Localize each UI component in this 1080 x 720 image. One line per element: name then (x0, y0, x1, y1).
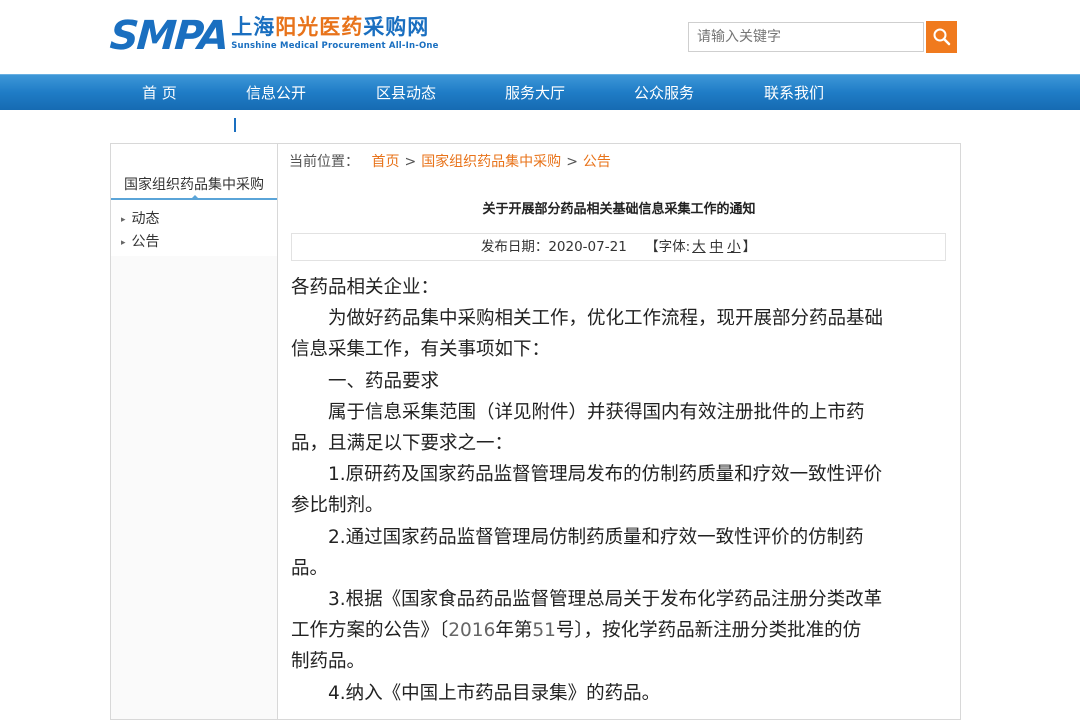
article-paragraph: 品。 (291, 557, 329, 579)
article-paragraph: 3.根据《国家食品药品监督管理总局关于发布化学药品注册分类改革 (328, 589, 883, 611)
font-size-label: 【字体: (645, 239, 691, 255)
publish-date-label: 发布日期： (480, 239, 549, 255)
main-content: 当前位置： 首页 > 国家组织药品集中采购 > 公告 关于开展部分药品相关基础信息采集工… (278, 143, 961, 720)
text-run-number: 2016 (448, 620, 496, 642)
sidebar-list: ▸ 动态 ▸ 公告 (121, 208, 160, 254)
text-run: 号〕，按化学药品新注册分类批准的仿 (555, 620, 862, 642)
site-header: SMPA 上海阳光医药采购网 Sunshine Medical Procurem… (0, 0, 1080, 74)
nav-item-district-news[interactable]: 区县动态 (376, 75, 436, 111)
sidebar-item-announcements[interactable]: ▸ 公告 (121, 231, 160, 254)
sidebar: 国家组织药品集中采购 ▸ 动态 ▸ 公告 (110, 143, 278, 720)
sidebar-item-label: 动态 (131, 211, 160, 227)
font-size-close-bracket: 】 (742, 239, 757, 255)
logo-text-group: 上海阳光医药采购网 Sunshine Medical Procurement A… (231, 14, 438, 52)
text-run: 年第 (495, 620, 533, 642)
breadcrumb: 当前位置： 首页 > 国家组织药品集中采购 > 公告 (289, 151, 611, 171)
breadcrumb-level1-link[interactable]: 国家组织药品集中采购 (421, 154, 561, 170)
caret-right-icon: ▸ (121, 215, 126, 225)
article-body: 各药品相关企业： 为做好药品集中采购相关工作，优化工作流程，现开展部分药品基础 … (291, 272, 951, 709)
search-input[interactable] (688, 22, 924, 52)
article-paragraph: 2.通过国家药品监督管理局仿制药质量和疗效一致性评价的仿制药 (328, 526, 864, 548)
font-size-large-link[interactable]: 大 (692, 239, 706, 255)
publish-date: 2020-07-21 (548, 239, 627, 255)
article-paragraph: 制药品。 (291, 651, 366, 673)
nav-item-public-service[interactable]: 公众服务 (634, 75, 694, 111)
article-meta-bar: 发布日期：2020-07-21 【字体: 大中小】 (291, 233, 946, 261)
breadcrumb-prefix: 当前位置： (289, 154, 359, 170)
article-paragraph: 一、药品要求 (328, 370, 440, 392)
search-button[interactable] (926, 21, 957, 53)
breadcrumb-separator: > (566, 154, 578, 170)
decorative-tick (234, 118, 236, 132)
article-paragraph: 信息采集工作，有关事项如下： (291, 339, 551, 361)
breadcrumb-level2-link[interactable]: 公告 (583, 154, 611, 170)
article-paragraph: 1.原研药及国家药品监督管理局发布的仿制药质量和疗效一致性评价 (328, 464, 883, 486)
nav-item-contact-us[interactable]: 联系我们 (764, 75, 824, 111)
sidebar-item-label: 公告 (131, 234, 160, 250)
article-paragraph: 4.纳入《中国上市药品目录集》的药品。 (328, 682, 661, 704)
text-run: 工作方案的公告》〔 (291, 620, 449, 642)
article-paragraph: 品，且满足以下要求之一： (291, 433, 514, 455)
article-paragraph: 工作方案的公告》〔2016年第51号〕，按化学药品新注册分类批准的仿 (291, 615, 951, 646)
search-icon (933, 28, 950, 46)
sidebar-item-news[interactable]: ▸ 动态 (121, 208, 160, 231)
logo-cn-part-c: 采购网 (363, 15, 430, 39)
text-run-number: 51 (532, 620, 556, 642)
breadcrumb-separator: > (404, 154, 417, 170)
nav-item-service-hall[interactable]: 服务大厅 (505, 75, 565, 111)
sidebar-title-notch (191, 195, 199, 199)
article-paragraph: 参比制剂。 (291, 495, 384, 517)
main-nav: 首 页 信息公开 区县动态 服务大厅 公众服务 联系我们 (0, 74, 1080, 110)
logo-smpa-text: SMPA (108, 13, 229, 59)
article-title: 关于开展部分药品相关基础信息采集工作的通知 (482, 202, 756, 217)
logo-cn-part-a: 上海 (231, 15, 276, 39)
nav-item-info-disclosure[interactable]: 信息公开 (246, 75, 306, 111)
sidebar-background (111, 256, 277, 719)
site-logo[interactable]: SMPA 上海阳光医药采购网 Sunshine Medical Procurem… (108, 13, 439, 59)
article-paragraph: 各药品相关企业： (291, 277, 440, 298)
sidebar-title: 国家组织药品集中采购 (124, 177, 264, 193)
article-paragraph: 属于信息采集范围（详见附件）并获得国内有效注册批件的上市药 (328, 401, 865, 423)
logo-cn-part-b: 阳光医药 (275, 15, 364, 39)
font-size-small-link[interactable]: 小 (727, 239, 741, 255)
font-size-medium-link[interactable]: 中 (710, 239, 724, 255)
nav-item-home[interactable]: 首 页 (142, 75, 177, 111)
caret-right-icon: ▸ (121, 238, 126, 248)
breadcrumb-home-link[interactable]: 首页 (371, 154, 399, 170)
logo-chinese-name: 上海阳光医药采购网 (231, 14, 438, 40)
article-paragraph: 为做好药品集中采购相关工作，优化工作流程，现开展部分药品基础 (328, 308, 884, 330)
logo-english-name: Sunshine Medical Procurement All-In-One (231, 41, 439, 51)
